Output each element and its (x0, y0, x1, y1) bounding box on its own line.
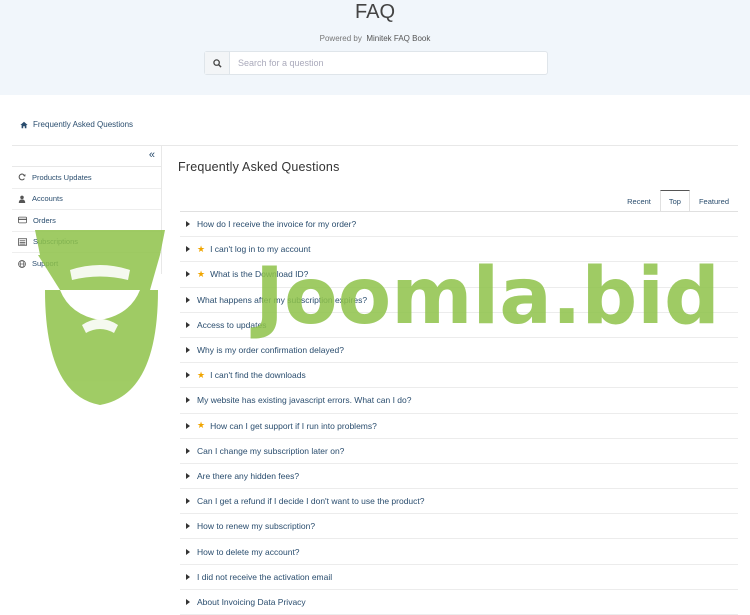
credit-card-icon (18, 216, 27, 224)
question-item[interactable]: ★ How can I get support if I run into pro… (180, 414, 738, 439)
question-item[interactable]: How to renew my subscription? (180, 514, 738, 540)
caret-right-icon (186, 271, 190, 278)
caret-right-icon (186, 296, 190, 303)
sidebar: « Products Updates Accounts Orders Subsc… (12, 146, 162, 274)
powered-by-brand-link[interactable]: Minitek FAQ Book (366, 34, 430, 43)
sidebar-list: Products Updates Accounts Orders Subscri… (12, 166, 161, 275)
caret-right-icon (186, 548, 190, 555)
sidebar-item-orders[interactable]: Orders (12, 210, 161, 232)
question-list: How do I receive the invoice for my orde… (180, 212, 738, 615)
question-item[interactable]: Can I change my subscription later on? (180, 439, 738, 464)
caret-right-icon (186, 523, 190, 530)
question-link[interactable]: How to renew my subscription? (197, 521, 315, 531)
collapse-sidebar-icon[interactable]: « (149, 149, 155, 161)
question-link[interactable]: My website has existing javascript error… (197, 395, 411, 405)
star-icon: ★ (197, 369, 206, 380)
breadcrumb: Frequently Asked Questions (20, 120, 133, 129)
list-icon (18, 238, 27, 246)
sidebar-item-label: Orders (33, 215, 56, 225)
question-link[interactable]: How do I receive the invoice for my orde… (197, 219, 356, 229)
page-header: FAQ Powered by Minitek FAQ Book (0, 0, 750, 95)
search-bar (204, 51, 548, 75)
question-item[interactable]: Are there any hidden fees? (180, 464, 738, 490)
caret-right-icon (186, 221, 190, 228)
globe-icon (18, 259, 26, 268)
caret-right-icon (186, 397, 190, 404)
star-icon: ★ (197, 243, 206, 254)
question-item[interactable]: How to delete my account? (180, 539, 738, 565)
powered-by-prefix: Powered by (319, 34, 362, 43)
star-icon: ★ (197, 268, 206, 279)
question-link[interactable]: I can't find the downloads (210, 370, 306, 380)
question-item[interactable]: What happens after my subscription expir… (180, 288, 738, 313)
search-button[interactable] (205, 52, 230, 74)
question-link[interactable]: Access to updates (197, 320, 266, 330)
refresh-icon (18, 173, 26, 181)
question-item[interactable]: About Invoicing Data Privacy (180, 590, 738, 615)
search-input[interactable] (230, 52, 547, 74)
tab-recent[interactable]: Recent (618, 190, 660, 212)
question-link[interactable]: Why is my order confirmation delayed? (197, 345, 344, 355)
question-link[interactable]: What happens after my subscription expir… (197, 295, 367, 305)
question-item[interactable]: Access to updates (180, 313, 738, 338)
caret-right-icon (186, 347, 190, 354)
caret-right-icon (186, 498, 190, 505)
sidebar-item-label: Products Updates (32, 172, 92, 182)
question-link[interactable]: How can I get support if I run into prob… (210, 421, 377, 431)
question-item[interactable]: How do I receive the invoice for my orde… (180, 212, 738, 238)
caret-right-icon (186, 422, 190, 429)
powered-by: Powered by Minitek FAQ Book (0, 34, 750, 43)
sidebar-item-accounts[interactable]: Accounts (12, 189, 161, 210)
caret-right-icon (186, 472, 190, 479)
sidebar-item-support[interactable]: Support (12, 253, 161, 275)
tab-featured[interactable]: Featured (690, 190, 738, 212)
question-item[interactable]: ★ I can't log in to my account (180, 237, 738, 263)
question-link[interactable]: About Invoicing Data Privacy (197, 597, 306, 607)
question-link[interactable]: What is the Download ID? (210, 269, 308, 279)
caret-right-icon (186, 246, 190, 253)
caret-right-icon (186, 321, 190, 328)
section-title: Frequently Asked Questions (178, 160, 340, 174)
breadcrumb-link[interactable]: Frequently Asked Questions (33, 120, 133, 129)
question-item[interactable]: Why is my order confirmation delayed? (180, 338, 738, 364)
question-item[interactable]: I did not receive the activation email (180, 565, 738, 590)
question-link[interactable]: How to delete my account? (197, 547, 300, 557)
question-item[interactable]: Can I get a refund if I decide I don't w… (180, 489, 738, 515)
tab-top[interactable]: Top (659, 190, 690, 212)
question-item[interactable]: ★ I can't find the downloads (180, 363, 738, 389)
sidebar-item-label: Subscriptions (33, 237, 79, 247)
caret-right-icon (186, 598, 190, 605)
user-icon (18, 195, 26, 203)
question-item[interactable]: ★ What is the Download ID? (180, 262, 738, 288)
question-link[interactable]: I can't log in to my account (210, 244, 310, 254)
sidebar-item-label: Accounts (32, 194, 63, 204)
caret-right-icon (186, 372, 190, 379)
caret-right-icon (186, 573, 190, 580)
star-icon: ★ (197, 420, 206, 431)
tab-bar: Recent Top Featured (618, 190, 738, 212)
page-title: FAQ (354, 1, 395, 23)
question-link[interactable]: Can I change my subscription later on? (197, 446, 344, 456)
search-icon (212, 58, 222, 68)
sidebar-item-subscriptions[interactable]: Subscriptions (12, 232, 161, 253)
sidebar-item-label: Support (32, 259, 59, 269)
sidebar-item-products-updates[interactable]: Products Updates (12, 167, 161, 189)
question-link[interactable]: Can I get a refund if I decide I don't w… (197, 496, 425, 506)
question-item[interactable]: My website has existing javascript error… (180, 388, 738, 414)
home-icon (20, 121, 28, 128)
caret-right-icon (186, 447, 190, 454)
question-link[interactable]: Are there any hidden fees? (197, 471, 299, 481)
question-link[interactable]: I did not receive the activation email (197, 572, 332, 582)
